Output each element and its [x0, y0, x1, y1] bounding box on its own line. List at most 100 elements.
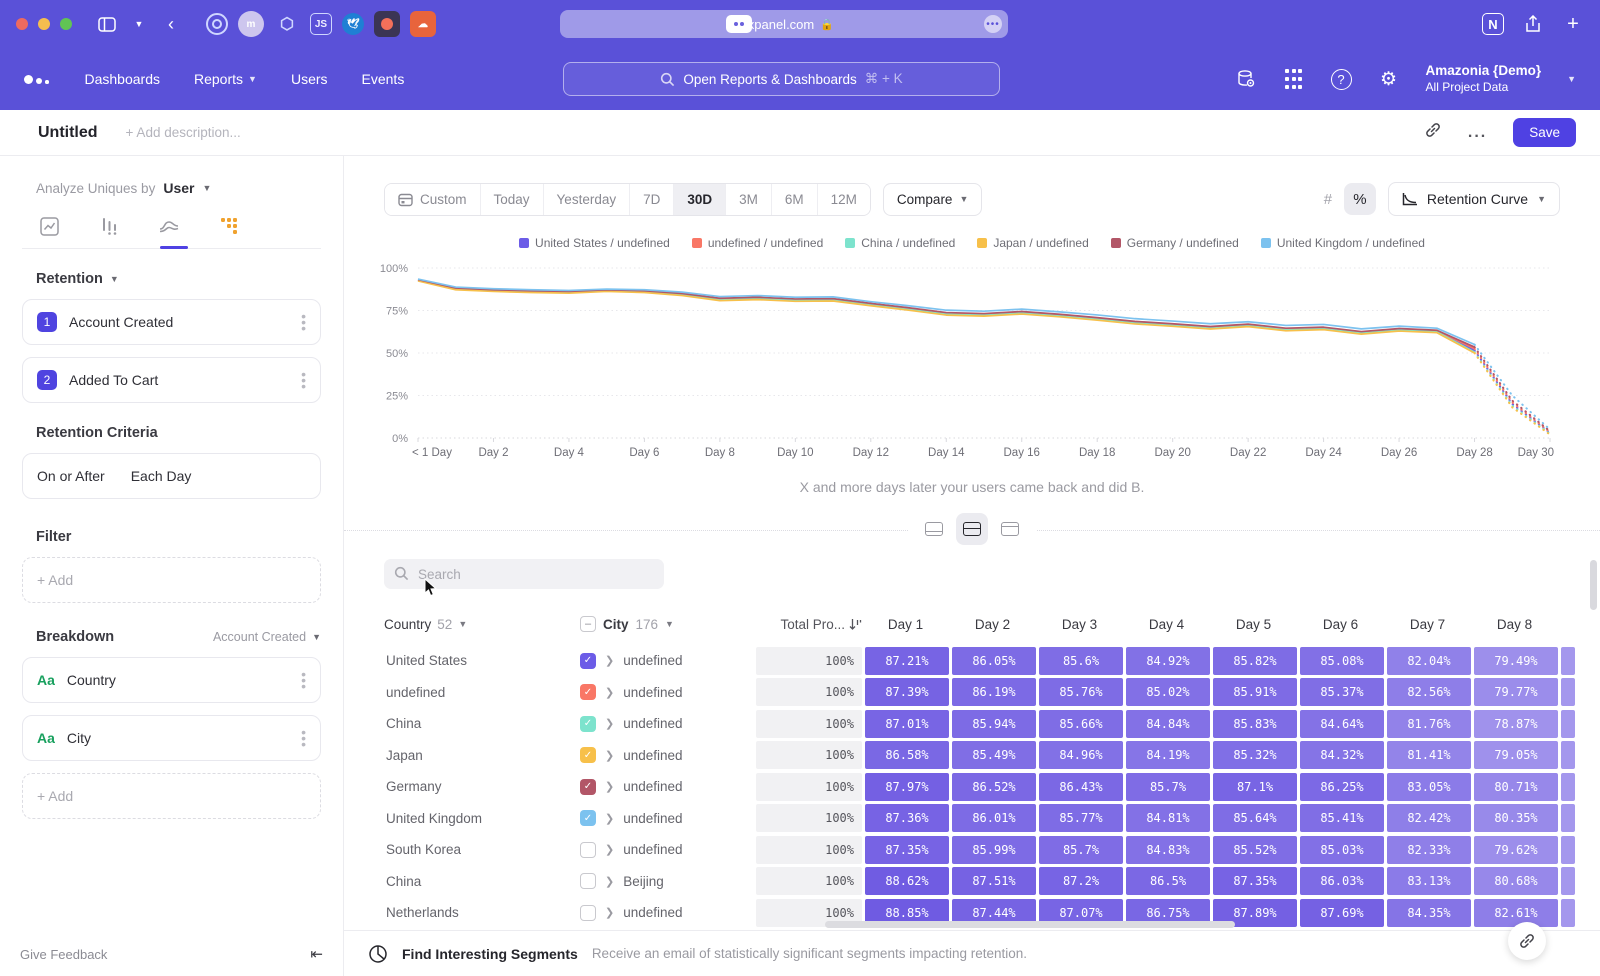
add-description[interactable]: + Add description... — [126, 125, 241, 140]
nav-events[interactable]: Events — [362, 71, 405, 87]
day-column-header[interactable]: Day 4 — [1123, 617, 1210, 632]
expand-row-icon[interactable]: ❯ — [605, 843, 614, 856]
tab-retention[interactable] — [218, 216, 240, 236]
range-3m[interactable]: 3M — [726, 184, 772, 215]
zoom-window-button[interactable] — [60, 18, 72, 30]
url-bar[interactable]: mixpanel.com 🔒 ••• — [560, 10, 1008, 38]
row-checkbox[interactable]: ✓ — [580, 810, 596, 826]
expand-row-icon[interactable]: ❯ — [605, 812, 614, 825]
expand-row-icon[interactable]: ❯ — [605, 906, 614, 919]
expand-row-icon[interactable]: ❯ — [605, 749, 614, 762]
tab-insights[interactable] — [38, 216, 60, 236]
step-menu-icon[interactable]: ••• — [301, 371, 306, 390]
tab-flows[interactable] — [158, 216, 180, 236]
compare-button[interactable]: Compare▼ — [883, 183, 982, 216]
country-column-header[interactable]: Country52▼ — [384, 617, 580, 632]
back-icon[interactable]: ‹ — [160, 13, 182, 35]
expand-row-icon[interactable]: ❯ — [605, 654, 614, 667]
legend-item[interactable]: Germany / undefined — [1111, 236, 1239, 250]
horizontal-scrollbar[interactable] — [825, 921, 1235, 928]
legend-item[interactable]: undefined / undefined — [692, 236, 823, 250]
segments-title[interactable]: Find Interesting Segments — [402, 946, 578, 962]
add-filter-button[interactable]: + Add — [22, 557, 321, 603]
collapse-sidebar-icon[interactable]: ⇤ — [310, 945, 323, 963]
day-column-header[interactable]: Day 2 — [949, 617, 1036, 632]
project-switcher[interactable]: Amazonia {Demo} All Project Data — [1426, 63, 1542, 95]
add-breakdown-button[interactable]: + Add — [22, 773, 321, 819]
breakdown-menu-icon[interactable]: ••• — [301, 729, 306, 748]
nav-reports[interactable]: Reports▼ — [194, 71, 257, 87]
vertical-scrollbar[interactable] — [1590, 560, 1597, 610]
day-column-header[interactable]: Day 3 — [1036, 617, 1123, 632]
cube-icon[interactable]: ⬡ — [274, 11, 300, 37]
soundcloud-icon[interactable]: ☁ — [410, 11, 436, 37]
row-checkbox[interactable]: ✓ — [580, 653, 596, 669]
range-7d[interactable]: 7D — [630, 184, 674, 215]
criteria-each-day[interactable]: Each Day — [131, 468, 192, 484]
range-12m[interactable]: 12M — [818, 184, 870, 215]
minimize-window-button[interactable] — [38, 18, 50, 30]
breakdown-card-city[interactable]: Aa City ••• — [22, 715, 321, 761]
step-menu-icon[interactable]: ••• — [301, 313, 306, 332]
more-options-button[interactable]: ... — [1468, 124, 1487, 142]
data-management-icon[interactable] — [1235, 68, 1257, 90]
mixpanel-ext-icon[interactable] — [374, 11, 400, 37]
chevron-down-icon[interactable]: ▼ — [128, 13, 150, 35]
breakdown-menu-icon[interactable]: ••• — [301, 671, 306, 690]
range-6m[interactable]: 6M — [772, 184, 818, 215]
share-icon[interactable] — [1522, 13, 1544, 35]
tab-funnels[interactable] — [98, 216, 120, 236]
nav-dashboards[interactable]: Dashboards — [85, 71, 161, 87]
select-all-checkbox[interactable]: – — [580, 616, 596, 632]
event-step-card[interactable]: 2 Added To Cart ••• — [22, 357, 321, 403]
total-column-header[interactable]: Total Pro... — [756, 617, 862, 632]
apps-grid-icon[interactable] — [1283, 68, 1305, 90]
day-column-header[interactable]: Day 5 — [1210, 617, 1297, 632]
give-feedback-link[interactable]: Give Feedback — [20, 947, 107, 962]
retention-section-heading[interactable]: Retention▼ — [36, 271, 321, 287]
sidebar-toggle-icon[interactable] — [96, 13, 118, 35]
m-avatar-icon[interactable]: m — [238, 11, 264, 37]
row-checkbox[interactable]: ✓ — [580, 747, 596, 763]
criteria-on-or-after[interactable]: On or After — [37, 468, 105, 484]
range-today[interactable]: Today — [481, 184, 544, 215]
day-column-header[interactable]: Day 1 — [862, 617, 949, 632]
range-custom[interactable]: Custom — [385, 184, 481, 215]
row-checkbox[interactable] — [580, 842, 596, 858]
row-checkbox[interactable]: ✓ — [580, 684, 596, 700]
view-split-icon[interactable] — [956, 513, 988, 545]
nav-users[interactable]: Users — [291, 71, 328, 87]
row-checkbox[interactable]: ✓ — [580, 779, 596, 795]
mixpanel-logo-icon[interactable] — [24, 75, 49, 84]
row-checkbox[interactable]: ✓ — [580, 716, 596, 732]
day-column-header[interactable]: Day 6 — [1297, 617, 1384, 632]
expand-row-icon[interactable]: ❯ — [605, 780, 614, 793]
url-more-icon[interactable]: ••• — [984, 15, 1002, 33]
report-title[interactable]: Untitled — [38, 124, 98, 142]
range-yesterday[interactable]: Yesterday — [544, 184, 631, 215]
expand-row-icon[interactable]: ❯ — [605, 717, 614, 730]
breakdown-card-country[interactable]: Aa Country ••• — [22, 657, 321, 703]
legend-item[interactable]: Japan / undefined — [977, 236, 1088, 250]
bird-icon[interactable]: 🕊 — [342, 13, 364, 35]
legend-item[interactable]: China / undefined — [845, 236, 955, 250]
close-window-button[interactable] — [16, 18, 28, 30]
day-column-header[interactable]: Day 8 — [1471, 617, 1558, 632]
save-button[interactable]: Save — [1513, 118, 1576, 147]
breakdown-event-select[interactable]: Account Created▼ — [213, 630, 321, 644]
js-icon[interactable]: JS — [310, 13, 332, 35]
percent-toggle[interactable]: % — [1344, 183, 1376, 215]
global-search[interactable]: Open Reports & Dashboards ⌘ + K — [563, 62, 1000, 96]
notion-icon[interactable]: N — [1482, 13, 1504, 35]
view-chart-only-icon[interactable] — [918, 513, 950, 545]
new-tab-icon[interactable]: + — [1562, 13, 1584, 35]
floating-share-link-button[interactable] — [1508, 922, 1546, 960]
settings-gear-icon[interactable]: ⚙ — [1378, 68, 1400, 90]
legend-item[interactable]: United States / undefined — [519, 236, 670, 250]
copy-link-icon[interactable] — [1424, 121, 1442, 144]
expand-row-icon[interactable]: ❯ — [605, 686, 614, 699]
number-toggle[interactable]: # — [1312, 183, 1344, 215]
chart-type-select[interactable]: Retention Curve ▼ — [1388, 182, 1560, 216]
event-step-card[interactable]: 1 Account Created ••• — [22, 299, 321, 345]
analyze-entity-select[interactable]: User — [163, 180, 194, 196]
